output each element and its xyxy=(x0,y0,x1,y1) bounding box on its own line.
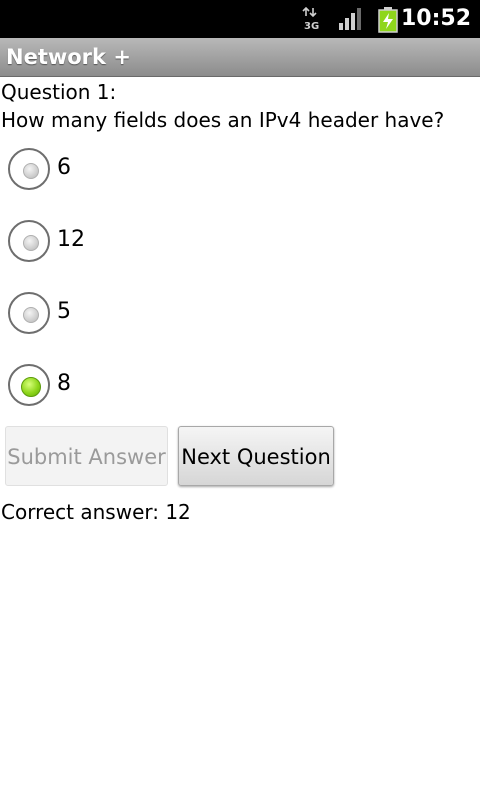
radio-unchecked-indicator xyxy=(23,307,39,323)
answer-option-label: 8 xyxy=(57,371,71,396)
radio-button[interactable] xyxy=(8,220,50,262)
next-question-button[interactable]: Next Question xyxy=(178,426,334,486)
radio-checked-indicator xyxy=(21,377,41,397)
status-bar: 3G 10:52 xyxy=(0,0,480,38)
radio-button[interactable] xyxy=(8,148,50,190)
clock: 10:52 xyxy=(400,6,471,31)
answer-option-label: 12 xyxy=(57,227,85,252)
answer-option-1[interactable]: 6 xyxy=(0,134,480,206)
radio-button[interactable] xyxy=(8,292,50,334)
network-type-label: 3G xyxy=(304,21,319,31)
radio-unchecked-indicator xyxy=(23,163,39,179)
app-title-bar: Network + xyxy=(0,38,480,77)
answer-option-3[interactable]: 5 xyxy=(0,278,480,350)
answer-option-4[interactable]: 8 xyxy=(0,350,480,422)
radio-unchecked-indicator xyxy=(23,235,39,251)
question-number: Question 1: xyxy=(1,80,117,104)
answer-option-label: 5 xyxy=(57,299,71,324)
answer-options: 6 12 5 8 xyxy=(0,134,480,422)
app-title: Network + xyxy=(6,45,131,69)
answer-option-2[interactable]: 12 xyxy=(0,206,480,278)
correct-answer-text: Correct answer: 12 xyxy=(1,500,191,524)
question-text: How many fields does an IPv4 header have… xyxy=(1,108,445,132)
3g-data-icon: 3G xyxy=(302,6,324,35)
action-buttons: Submit Answer Next Question xyxy=(0,420,480,492)
battery-charging-icon xyxy=(376,7,400,37)
answer-option-label: 6 xyxy=(57,155,71,180)
radio-button-selected[interactable] xyxy=(8,364,50,406)
submit-answer-button[interactable]: Submit Answer xyxy=(5,426,168,486)
quiz-content: Question 1: How many fields does an IPv4… xyxy=(0,77,480,526)
signal-strength-icon xyxy=(338,7,364,35)
